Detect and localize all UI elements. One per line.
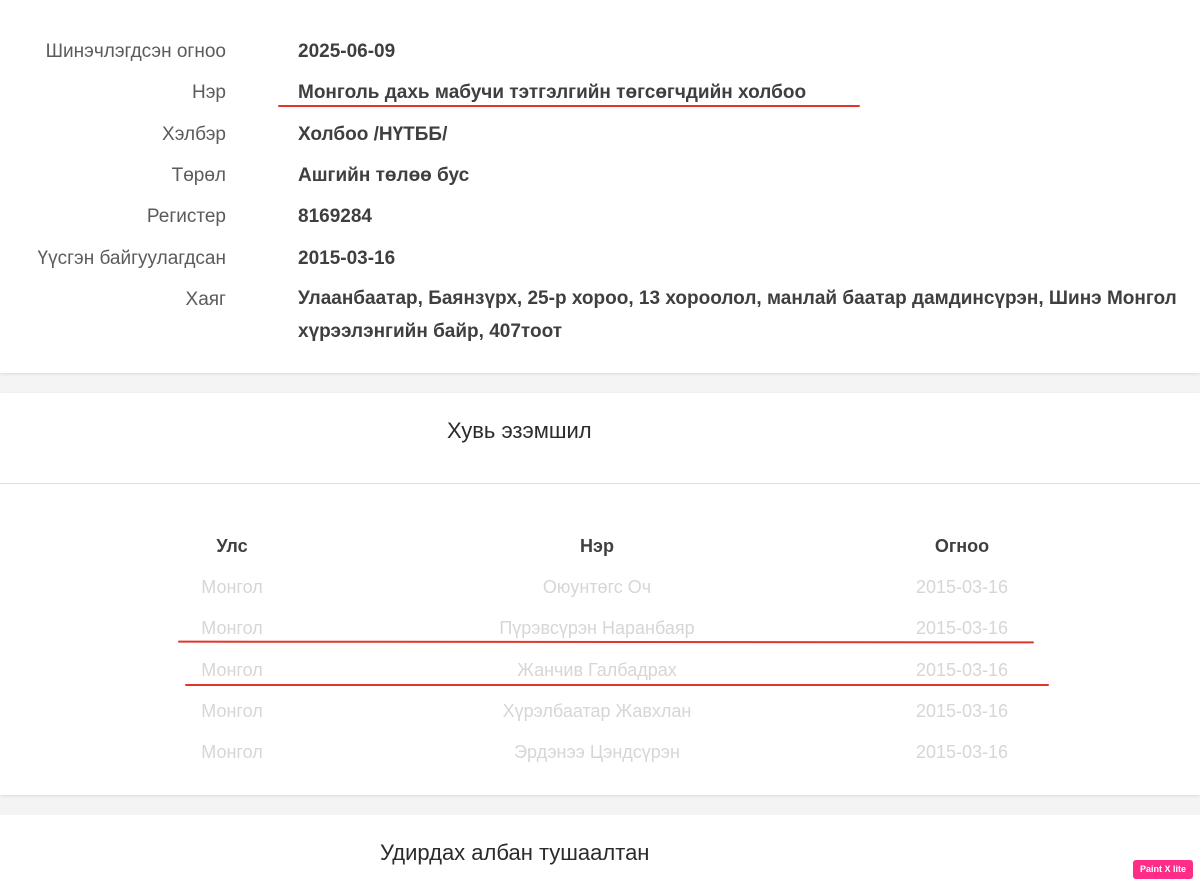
table-row: Монгол Оюунтөгс Оч 2015-03-16 [0, 577, 1200, 618]
register-label: Регистер [146, 206, 226, 227]
name-value: Монголь дахь мабучи тэтгэлгийн төгсөгчди… [298, 82, 807, 103]
cell-date: 2015-03-16 [915, 742, 1009, 762]
type-label: Төрөл [171, 165, 226, 186]
officials-card: Удирдах албан тушаалтан [0, 815, 1200, 886]
column-header-country: Улс [216, 536, 248, 556]
type-value: Ашгийн төлөө бус [298, 165, 470, 186]
cell-name: Эрдэнээ Цэндсүрэн [514, 742, 680, 762]
form-label: Хэлбэр [162, 124, 226, 145]
cell-country: Монгол [201, 577, 263, 597]
ownership-divider [0, 483, 1200, 484]
cell-name: Жанчив Галбадрах [517, 660, 677, 680]
cell-country: Монгол [201, 660, 263, 680]
cell-date: 2015-03-16 [915, 660, 1009, 680]
cell-name: Хүрэлбаатар Жавхлан [502, 701, 692, 721]
table-row: Монгол Жанчив Галбадрах 2015-03-16 [0, 660, 1200, 701]
cell-country: Монгол [201, 742, 263, 762]
form-value: Холбоо /НҮТББ/ [298, 124, 448, 145]
ownership-title: Хувь эзэмшил [447, 418, 592, 443]
table-row: Монгол Пүрэвсүрэн Наранбаяр 2015-03-16 [0, 618, 1200, 659]
name-label: Нэр [192, 82, 226, 103]
cell-date: 2015-03-16 [915, 618, 1009, 638]
updated-date-label: Шинэчлэгдсэн огноо [45, 41, 226, 62]
cell-name: Пүрэвсүрэн Наранбаяр [499, 618, 695, 638]
cell-date: 2015-03-16 [915, 577, 1009, 597]
cell-date: 2015-03-16 [915, 701, 1009, 721]
officials-title: Удирдах албан тушаалтан [380, 840, 650, 865]
column-header-date: Огноо [934, 536, 990, 556]
name-underline-annotation [278, 105, 860, 107]
table-row: Монгол Эрдэнээ Цэндсүрэн 2015-03-16 [0, 742, 1200, 783]
column-header-name: Нэр [580, 536, 614, 556]
table-row: Монгол Хүрэлбаатар Жавхлан 2015-03-16 [0, 701, 1200, 742]
address-label: Хаяг [185, 289, 226, 310]
cell-name: Оюунтөгс Оч [542, 577, 652, 597]
register-value: 8169284 [298, 206, 372, 227]
organization-info-card: Шинэчлэгдсэн огноо 2025-06-09 Нэр Монгол… [0, 0, 1200, 373]
founded-label: Үүсгэн байгуулагдсан [37, 248, 226, 269]
updated-date-value: 2025-06-09 [298, 41, 396, 62]
cell-country: Монгол [201, 701, 263, 721]
founded-value: 2015-03-16 [298, 248, 396, 269]
cell-country: Монгол [201, 618, 263, 638]
address-value: Улаанбаатар, Баянзүрх, 25-р хороо, 13 хо… [298, 288, 1177, 342]
row-3-underline-annotation [185, 684, 1049, 686]
ownership-card: Хувь эзэмшил Улс Нэр Огноо Монгол Оюунтө… [0, 393, 1200, 795]
paint-x-lite-watermark: Paint X lite [1133, 860, 1193, 879]
